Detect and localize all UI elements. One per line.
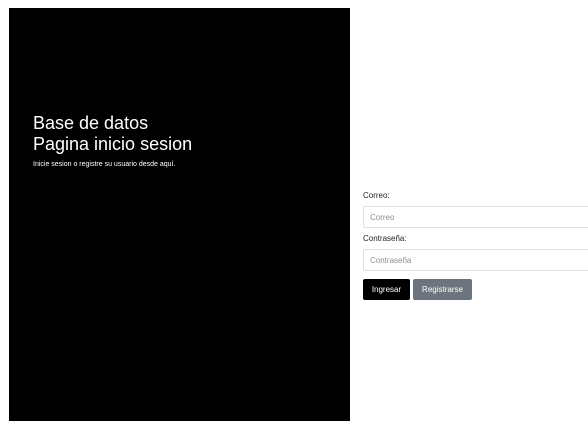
hero-text: Base de datos Pagina inicio sesion Inici… [33, 113, 192, 169]
register-button[interactable]: Registrarse [413, 279, 472, 300]
hero-title-line2: Pagina inicio sesion [33, 134, 193, 154]
form-buttons: Ingresar Registrarse [363, 279, 588, 300]
email-label: Correo: [363, 191, 390, 200]
email-input[interactable] [363, 206, 588, 228]
login-page: Base de datos Pagina inicio sesion Inici… [0, 0, 588, 421]
login-button[interactable]: Ingresar [363, 279, 410, 300]
hero-panel [9, 8, 350, 421]
hero-subtitle: Inicie sesion o registre su usuario desd… [33, 161, 176, 168]
password-label: Contraseña: [363, 234, 407, 243]
password-field-group: Contraseña: [363, 234, 588, 271]
password-input[interactable] [363, 249, 588, 271]
hero-title-line1: Base de datos [33, 113, 149, 133]
login-form: Correo: Contraseña: Ingresar Registrarse [363, 191, 588, 300]
email-field-group: Correo: [363, 191, 588, 228]
